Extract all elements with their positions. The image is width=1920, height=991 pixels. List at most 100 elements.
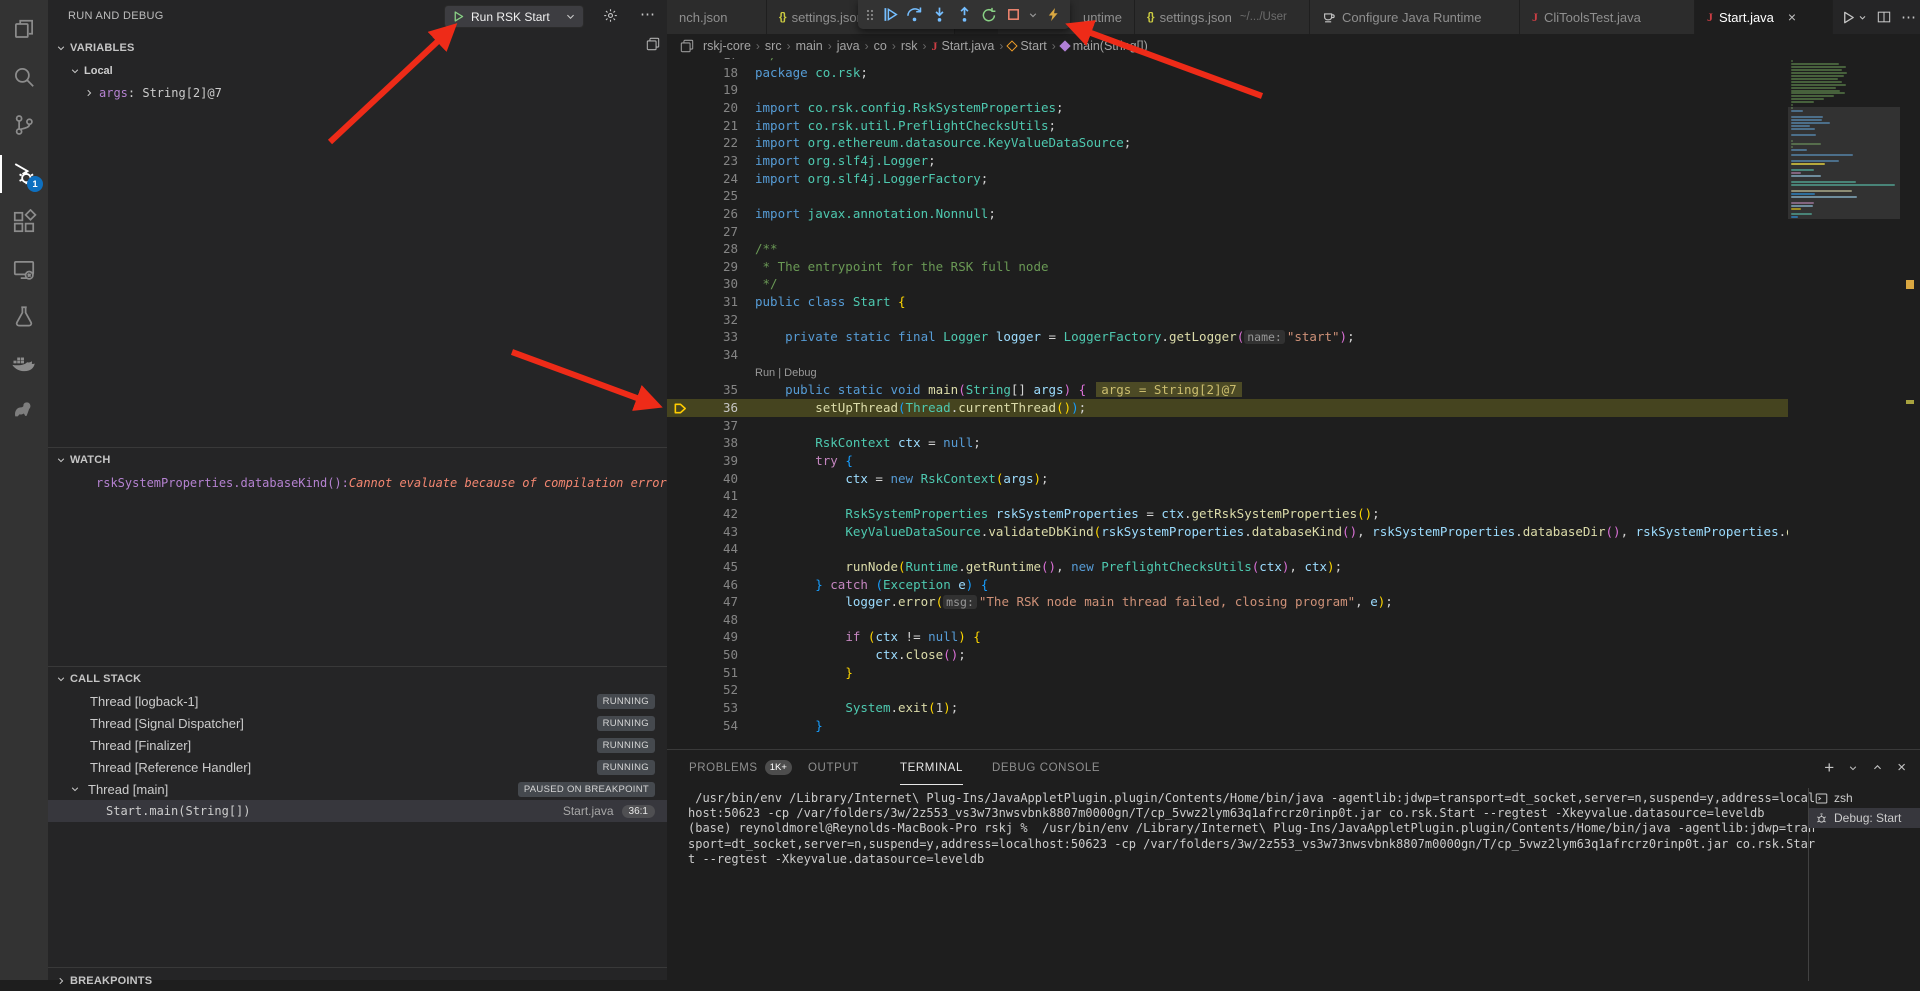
line-number[interactable]: 37: [667, 417, 738, 435]
maximize-panel-icon[interactable]: [1872, 762, 1883, 773]
code-line-52[interactable]: 52: [667, 681, 1788, 699]
line-number[interactable]: 32: [667, 311, 738, 329]
code-line-38[interactable]: 38 RskContext ctx = null;: [667, 434, 1788, 452]
code-line-36[interactable]: 36 setUpThread(Thread.currentThread());: [667, 399, 1788, 417]
code-line-44[interactable]: 44: [667, 540, 1788, 558]
line-number[interactable]: 39: [667, 452, 738, 470]
line-number[interactable]: 46: [667, 576, 738, 594]
editor-scrollbar[interactable]: [1900, 0, 1920, 749]
hot-code-replace-button[interactable]: [1043, 3, 1064, 27]
tab-settings.json[interactable]: {}settings.json~/.../User: [1135, 0, 1310, 34]
codelens-run-debug[interactable]: Run | Debug: [755, 364, 817, 382]
step-over-button[interactable]: [905, 3, 926, 27]
line-number[interactable]: 23: [667, 152, 738, 170]
line-number[interactable]: 33: [667, 328, 738, 346]
line-number[interactable]: 42: [667, 505, 738, 523]
continue-button[interactable]: [880, 3, 901, 27]
line-number[interactable]: 31: [667, 293, 738, 311]
code-line-41[interactable]: 41: [667, 487, 1788, 505]
code-line-46[interactable]: 46 } catch (Exception e) {: [667, 576, 1788, 594]
activity-item-run-and-debug[interactable]: 1: [0, 152, 48, 196]
terminal-list-item-debug-start[interactable]: Debug: Start: [1809, 808, 1920, 828]
line-number[interactable]: 18: [667, 64, 738, 82]
line-number[interactable]: 50: [667, 646, 738, 664]
breadcrumb-item-rskj-core[interactable]: rskj-core: [703, 39, 751, 53]
code-line-37[interactable]: 37: [667, 417, 1788, 435]
stop-dropdown-button[interactable]: [1027, 3, 1039, 27]
line-number[interactable]: 47: [667, 593, 738, 611]
call-stack-frame[interactable]: Start.main(String[])Start.java36:1: [48, 800, 667, 822]
restart-button[interactable]: [978, 3, 999, 27]
code-line-47[interactable]: 47 logger.error(msg:"The RSK node main t…: [667, 593, 1788, 611]
line-number[interactable]: 30: [667, 275, 738, 293]
code-line-45[interactable]: 45 runNode(Runtime.getRuntime(), new Pre…: [667, 558, 1788, 576]
line-number[interactable]: 54: [667, 717, 738, 735]
line-number[interactable]: 51: [667, 664, 738, 682]
code-line-49[interactable]: 49 if (ctx != null) {: [667, 628, 1788, 646]
line-number[interactable]: 26: [667, 205, 738, 223]
panel-tab-terminal[interactable]: TERMINAL: [900, 750, 963, 785]
line-number[interactable]: 20: [667, 99, 738, 117]
breadcrumb-item-main[interactable]: main: [796, 39, 823, 53]
code-line-20[interactable]: 20import co.rsk.config.RskSystemProperti…: [667, 99, 1788, 117]
variables-scope-local[interactable]: Local: [48, 60, 667, 81]
code-line-35[interactable]: 35 public static void main(String[] args…: [667, 381, 1788, 399]
activity-item-docker[interactable]: [0, 341, 48, 385]
code-line-19[interactable]: 19: [667, 81, 1788, 99]
new-terminal-icon[interactable]: +: [1824, 758, 1834, 778]
minimap-slider[interactable]: [1788, 107, 1900, 219]
variable-row-args[interactable]: args: String[2]@7: [48, 82, 667, 103]
line-number[interactable]: 28: [667, 240, 738, 258]
panel-tab-problems[interactable]: PROBLEMS1K+: [689, 750, 792, 785]
start-debugging-dropdown[interactable]: Run RSK Start: [444, 5, 584, 28]
close-icon[interactable]: ×: [1788, 9, 1796, 25]
tab-start.java[interactable]: JStart.java×: [1695, 0, 1833, 34]
call-stack-section-header[interactable]: CALL STACK: [48, 668, 667, 689]
call-stack-thread-3[interactable]: Thread [Reference Handler]RUNNING: [48, 756, 667, 778]
panel-tab-output[interactable]: OUTPUT: [808, 750, 859, 785]
code-line-32[interactable]: 32: [667, 311, 1788, 329]
code-line-26[interactable]: 26import javax.annotation.Nonnull;: [667, 205, 1788, 223]
breadcrumb-item-src[interactable]: src: [765, 39, 782, 53]
line-number[interactable]: 52: [667, 681, 738, 699]
activity-item-explorer[interactable]: [0, 8, 48, 52]
code-line-33[interactable]: 33 private static final Logger logger = …: [667, 328, 1788, 346]
code-line-40[interactable]: 40 ctx = new RskContext(args);: [667, 470, 1788, 488]
code-line-28[interactable]: 28/**: [667, 240, 1788, 258]
line-number[interactable]: 34: [667, 346, 738, 364]
variables-section-header[interactable]: VARIABLES: [48, 37, 667, 58]
terminal-list-item-zsh[interactable]: zsh: [1809, 788, 1920, 808]
line-number[interactable]: 48: [667, 611, 738, 629]
breadcrumb-item-java[interactable]: java: [837, 39, 860, 53]
stop-button[interactable]: [1003, 3, 1024, 27]
code-line-24[interactable]: 24import org.slf4j.LoggerFactory;: [667, 170, 1788, 188]
breadcrumb-item-co[interactable]: co: [874, 39, 887, 53]
run-java-button[interactable]: [1841, 10, 1867, 25]
line-number[interactable]: 29: [667, 258, 738, 276]
minimap[interactable]: [1788, 58, 1900, 749]
code-line-34[interactable]: 34: [667, 346, 1788, 364]
gear-icon[interactable]: [603, 8, 618, 23]
activity-item-source-control[interactable]: [0, 103, 48, 147]
line-number[interactable]: 21: [667, 117, 738, 135]
step-into-button[interactable]: [929, 3, 950, 27]
line-number[interactable]: 53: [667, 699, 738, 717]
watch-section-header[interactable]: WATCH: [48, 449, 667, 470]
call-stack-thread-4[interactable]: Thread [main]PAUSED ON BREAKPOINT: [48, 778, 667, 800]
tab-configure-java-runtime[interactable]: Configure Java Runtime: [1310, 0, 1520, 34]
line-number[interactable]: 38: [667, 434, 738, 452]
code-line-23[interactable]: 23import org.slf4j.Logger;: [667, 152, 1788, 170]
code-line-30[interactable]: 30 */: [667, 275, 1788, 293]
code-line-50[interactable]: 50 ctx.close();: [667, 646, 1788, 664]
code-line-54[interactable]: 54 }: [667, 717, 1788, 735]
line-number[interactable]: 43: [667, 523, 738, 541]
tab-clitoolstest.java[interactable]: JCliToolsTest.java: [1520, 0, 1695, 34]
line-number[interactable]: 44: [667, 540, 738, 558]
chevron-down-icon[interactable]: [1848, 763, 1858, 773]
code-line-31[interactable]: 31public class Start {: [667, 293, 1788, 311]
line-number[interactable]: 24: [667, 170, 738, 188]
code-line-42[interactable]: 42 RskSystemProperties rskSystemProperti…: [667, 505, 1788, 523]
line-number[interactable]: 45: [667, 558, 738, 576]
activity-item-extensions[interactable]: [0, 200, 48, 244]
more-actions-icon[interactable]: ⋯: [640, 5, 655, 23]
